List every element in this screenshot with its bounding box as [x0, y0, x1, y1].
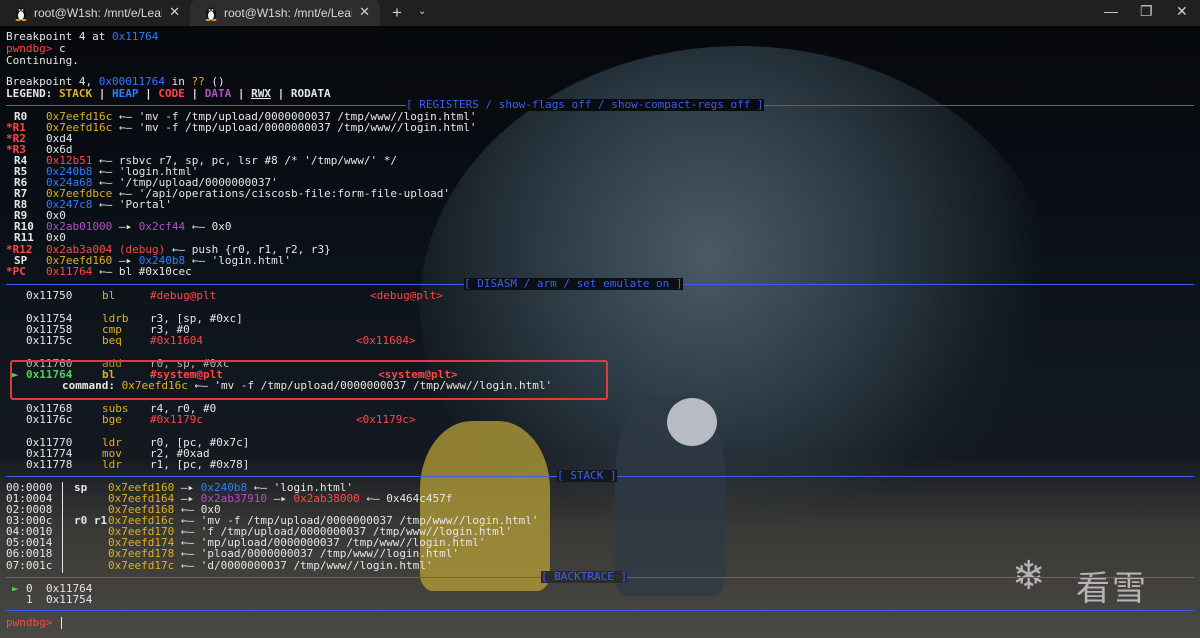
disasm-line: 0x11750 bl #debug@plt <debug@plt>: [26, 289, 443, 302]
snowflake-icon: ❄: [1012, 553, 1048, 599]
linux-tux-icon: [205, 7, 217, 21]
register-pc: *PC 0x11764 ←— bl #0x10cec: [6, 265, 192, 278]
kanxue-watermark: ❄ 看雪: [1012, 553, 1148, 609]
backtrace-header: [ BACKTRACE ]: [541, 570, 628, 583]
close-tab-icon[interactable]: ✕: [169, 4, 180, 20]
tab-title: root@W1sh: /mnt/e/LeaMov/w: [34, 6, 162, 20]
output-line: Continuing.: [6, 54, 79, 67]
new-tab-button[interactable]: +: [392, 3, 402, 23]
tab-title: root@W1sh: /mnt/e/LeaMov/: [224, 6, 352, 20]
command-prompt[interactable]: pwndbg>: [6, 617, 52, 629]
disasm-line: 0x1176c bge #0x1179c <0x1179c>: [26, 413, 416, 426]
tab-bar: root@W1sh: /mnt/e/LeaMov/w ✕ root@W1sh: …: [0, 0, 1200, 26]
highlight-box: [10, 360, 608, 400]
tab-terminal-2[interactable]: root@W1sh: /mnt/e/LeaMov/ ✕: [190, 0, 380, 26]
legend-line: LEGEND: STACK | HEAP | CODE | DATA | RWX…: [6, 87, 331, 100]
tab-terminal-1[interactable]: root@W1sh: /mnt/e/LeaMov/w ✕: [0, 0, 190, 26]
disasm-line: 0x11778 ldr r1, [pc, #0x78]: [26, 458, 250, 471]
wallpaper-figure-head: [667, 398, 717, 446]
terminal-pane[interactable]: ❄ 看雪 Breakpoint 4 at 0x11764 pwndbg> c Co…: [0, 26, 1200, 638]
section-divider: [6, 610, 1194, 611]
stack-header: [ STACK ]: [557, 469, 617, 482]
disasm-line: 0x1175c beq #0x11604 <0x11604>: [26, 334, 416, 347]
disasm-header: [ DISASM / arm / set emulate on ]: [464, 277, 683, 290]
minimize-button[interactable]: —: [1104, 3, 1118, 19]
stack-entry: 07:001c 0x7eefd17c ←— 'd/0000000037 /tmp/…: [6, 559, 433, 572]
linux-tux-icon: [15, 7, 27, 21]
close-window-button[interactable]: ✕: [1176, 3, 1188, 20]
wallpaper-figure-left: [420, 421, 550, 591]
text-cursor: [61, 617, 62, 629]
register-r1: *R1 0x7eefd16c ←— 'mv -f /tmp/upload/0000…: [6, 121, 477, 134]
tab-dropdown-button[interactable]: ⌄: [418, 6, 426, 17]
backtrace-entry: 1 0x11754: [26, 593, 93, 606]
maximize-button[interactable]: ❐: [1140, 3, 1153, 20]
close-tab-icon[interactable]: ✕: [359, 4, 370, 20]
